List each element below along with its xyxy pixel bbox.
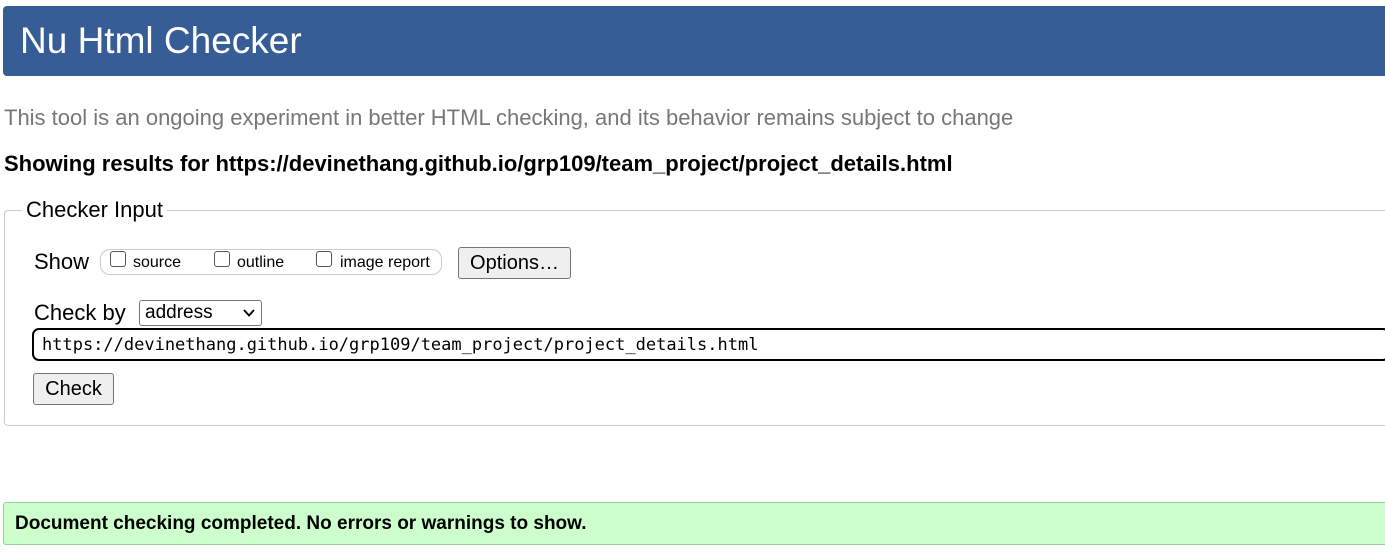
check-by-selected-value: address [145, 302, 213, 323]
success-message-box: Document checking completed. No errors o… [3, 502, 1385, 545]
page-header: Nu Html Checker [3, 6, 1385, 76]
source-checkbox[interactable] [110, 251, 126, 267]
url-input-value: https://devinethang.github.io/grp109/tea… [42, 335, 759, 355]
chevron-down-icon [243, 309, 255, 317]
checker-input-legend: Checker Input [22, 196, 167, 224]
outline-checkbox[interactable] [214, 251, 230, 267]
show-label: Show [34, 249, 90, 274]
results-heading: Showing results for https://devinethang.… [4, 151, 953, 176]
tagline: This tool is an ongoing experiment in be… [4, 105, 1014, 130]
outline-checkbox-label[interactable]: outline [237, 253, 284, 273]
image-report-checkbox[interactable] [316, 251, 332, 267]
nu-html-checker-page: Nu Html Checker This tool is an ongoing … [0, 0, 1385, 553]
source-checkbox-label[interactable]: source [133, 253, 181, 273]
check-by-label: Check by [34, 300, 126, 325]
image-report-checkbox-label[interactable]: image report [340, 253, 430, 273]
page-title: Nu Html Checker [20, 20, 302, 61]
options-button[interactable]: Options… [458, 247, 571, 279]
check-by-select[interactable]: address [139, 300, 262, 326]
check-button[interactable]: Check [33, 373, 114, 405]
url-input[interactable]: https://devinethang.github.io/grp109/tea… [32, 328, 1385, 361]
success-message: Document checking completed. No errors o… [15, 513, 587, 534]
